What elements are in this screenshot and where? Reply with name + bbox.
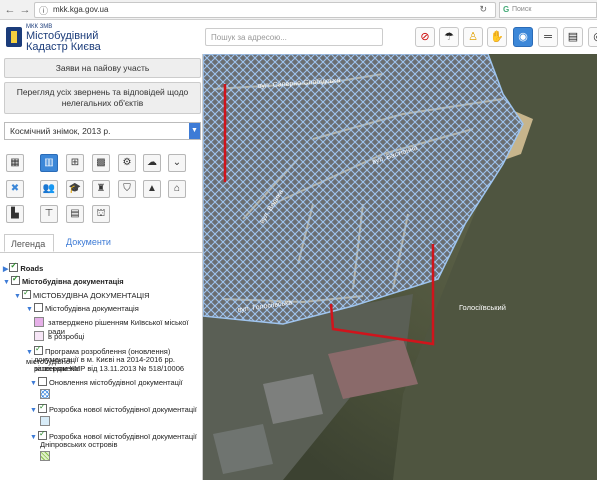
checkbox[interactable] <box>10 274 20 285</box>
billboard-icon[interactable]: ⊤ <box>40 205 58 223</box>
legend-swatch-approved <box>34 317 44 327</box>
browser-search-placeholder: Поиск <box>512 6 532 13</box>
triangle-icon[interactable]: ▲ <box>143 180 161 198</box>
logo-title[interactable]: Містобудівний Кадастр Києва <box>26 31 101 53</box>
left-panel: Заяви на пайову участь Перегляд усіх зве… <box>0 54 203 480</box>
collapse-arrow-icon[interactable]: ▼ <box>30 407 37 414</box>
tree-label: Оновлення містобудівної документації <box>48 378 183 387</box>
globe-icon[interactable]: ◉ <box>513 27 533 47</box>
market-icon[interactable]: ▤ <box>66 205 84 223</box>
checkbox[interactable] <box>33 303 43 312</box>
collapse-arrow-icon[interactable]: ▼ <box>14 293 21 300</box>
monument-icon[interactable]: ♜ <box>92 180 110 198</box>
url-text: mkk.kga.gov.ua <box>53 5 109 14</box>
grid-map-icon[interactable]: ▩ <box>92 154 110 172</box>
collapse-arrow-icon[interactable]: ▼ <box>30 380 37 387</box>
collapse-arrow-icon[interactable]: ▼ <box>26 306 33 313</box>
legend-label-in-progress: в розробці <box>48 332 85 341</box>
circle-chevron-icon[interactable]: ⌄ <box>168 154 186 172</box>
layers-icon[interactable]: ▤ <box>563 27 583 47</box>
tree-item-new-docs-1[interactable]: ▼ Розробка нової містобудівної документац… <box>30 402 197 415</box>
kyiv-logo-icon[interactable] <box>6 27 22 47</box>
checkbox[interactable] <box>37 429 47 440</box>
education-icon[interactable]: 🎓 <box>66 180 84 198</box>
search-engine-icon: G <box>503 5 510 14</box>
logo-title-line2: Кадастр Києва <box>26 41 101 53</box>
app-header: МКК ЗМВ Містобудівний Кадастр Києва Пошу… <box>0 20 597 55</box>
tree-item-urban-docs-layer[interactable]: ▼ Містобудівна документація <box>26 303 139 314</box>
tree-label: Містобудівна документація <box>44 304 139 313</box>
hand-icon[interactable]: ✋ <box>487 27 507 47</box>
islands-label: Дніпровських островів <box>40 440 118 449</box>
share-participation-button[interactable]: Заяви на пайову участь <box>4 58 201 78</box>
program-line3: рішенням КМР від 13.11.2013 № 518/10006 <box>34 364 185 373</box>
legend-swatch-in-progress <box>34 331 44 341</box>
store-icon[interactable]: ⌂ <box>168 180 186 198</box>
info-icon[interactable]: ⓘ <box>39 4 48 17</box>
checkbox[interactable] <box>21 288 31 299</box>
person-icon[interactable]: ♙ <box>463 27 483 47</box>
checkbox[interactable] <box>37 377 47 386</box>
reload-icon[interactable]: ↻ <box>479 4 487 15</box>
tree-item-urban-docs[interactable]: ▼ Містобудівна документація <box>3 274 124 287</box>
legend-swatch-new-2 <box>40 451 50 461</box>
factory-icon[interactable]: ▙ <box>6 205 24 223</box>
cross-map-icon[interactable]: ✖ <box>6 180 24 198</box>
tree-label: Roads <box>20 264 44 273</box>
park-label: Голосіївський <box>459 303 506 312</box>
checkbox[interactable] <box>37 402 47 413</box>
shop-icon[interactable]: ▦ <box>6 154 24 172</box>
back-icon[interactable]: ← <box>3 3 17 17</box>
measure-icon[interactable]: ═ <box>538 27 558 47</box>
cloud-icon[interactable]: ☁ <box>143 154 161 172</box>
chevron-down-icon[interactable]: ▼ <box>189 123 200 139</box>
checkbox[interactable] <box>9 261 19 272</box>
legend-tabs: Легенда Документи <box>0 234 203 253</box>
collapse-arrow-icon[interactable]: ▼ <box>30 434 37 441</box>
tree-item-update-docs[interactable]: ▼ Оновлення містобудівної документації <box>30 377 183 388</box>
map-view[interactable]: вул. Саперно-Слобідська вул. Бастіонна в… <box>203 54 597 480</box>
police-badge-icon[interactable]: ⛉ <box>118 180 136 198</box>
basemap-select-value: Космічний знімок, 2013 р. <box>10 126 111 136</box>
browser-search-field[interactable]: G Поиск <box>499 2 597 18</box>
legend-swatch-update <box>40 389 50 399</box>
collapse-arrow-icon[interactable]: ▼ <box>26 349 33 356</box>
tab-legend[interactable]: Легенда <box>4 234 54 252</box>
tree-label: МІСТОБУДІВНА ДОКУМЕНТАЦІЯ <box>32 291 150 300</box>
people-icon[interactable]: 👥 <box>40 180 58 198</box>
checkbox[interactable] <box>33 344 43 355</box>
map-canvas[interactable]: вул. Саперно-Слобідська вул. Бастіонна в… <box>203 54 597 480</box>
tree-label: Містобудівна документація <box>21 277 124 286</box>
tab-documents[interactable]: Документи <box>66 237 111 247</box>
no-entry-icon[interactable]: ⊘ <box>415 27 435 47</box>
building-doc-icon[interactable]: ▥ <box>40 154 58 172</box>
review-button-line1: Перегляд усіх звернень та відповідей щод… <box>16 87 189 97</box>
url-bar[interactable]: ⓘ mkk.kga.gov.ua ↻ <box>34 2 496 18</box>
browser-toolbar: ← → ⓘ mkk.kga.gov.ua ↻ G Поиск <box>0 0 597 20</box>
address-search-input[interactable]: Пошук за адресою... <box>205 28 383 46</box>
graduate-icon[interactable]: ☂ <box>439 27 459 47</box>
review-appeals-button[interactable]: Перегляд усіх звернень та відповідей щод… <box>4 82 201 114</box>
legend-swatch-new-1 <box>40 416 50 426</box>
map-plan-icon[interactable]: ⊞ <box>66 154 84 172</box>
collapse-arrow-icon[interactable]: ▼ <box>3 279 10 286</box>
graduation-cap-icon[interactable]: ⛫ <box>92 205 110 223</box>
more-icon[interactable]: ◎ <box>588 27 597 47</box>
expand-arrow-icon[interactable]: ▶ <box>3 266 8 273</box>
basemap-select[interactable]: Космічний знімок, 2013 р. ▼ <box>4 122 201 140</box>
forward-icon[interactable]: → <box>18 3 32 17</box>
gear-zone-icon[interactable]: ⚙ <box>118 154 136 172</box>
review-button-line2: нелегальних об'єктів <box>61 98 144 108</box>
tree-label: Розробка нової містобудівної документаці… <box>48 405 197 414</box>
tree-item-urban-docs-caps[interactable]: ▼ МІСТОБУДІВНА ДОКУМЕНТАЦІЯ <box>14 288 150 301</box>
tree-item-roads[interactable]: ▶ Roads <box>3 261 44 274</box>
